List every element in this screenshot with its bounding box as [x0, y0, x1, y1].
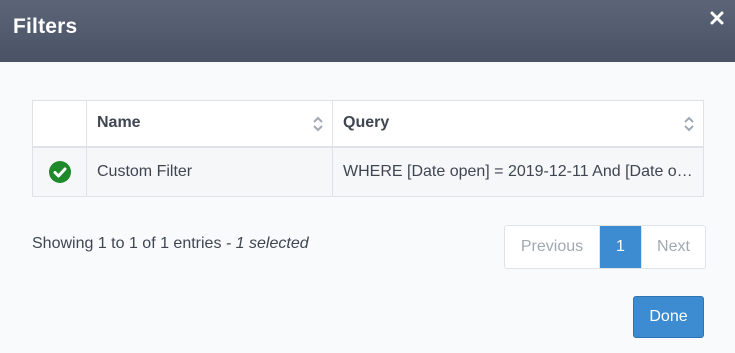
- pagination: Previous 1 Next: [504, 225, 706, 269]
- table-header-row: Name Query: [32, 100, 704, 148]
- check-circle-icon[interactable]: [48, 160, 71, 183]
- query-column-header[interactable]: Query: [332, 100, 704, 148]
- select-column-header: [32, 100, 87, 148]
- sort-icon[interactable]: [683, 115, 695, 133]
- filters-dialog: Filters Name Query Custom Filter WHERE […: [0, 0, 735, 353]
- selected-info: - 1 selected: [225, 235, 309, 252]
- entries-info: Showing 1 to 1 of 1 entries: [32, 235, 222, 252]
- table-info: Showing 1 to 1 of 1 entries - 1 selected: [32, 235, 309, 253]
- row-query-cell: WHERE [Date open] = 2019-12-11 And [Date…: [332, 146, 704, 197]
- name-column-header[interactable]: Name: [86, 100, 333, 148]
- query-header-label: Query: [343, 114, 390, 132]
- next-page-button[interactable]: Next: [641, 226, 705, 268]
- sort-icon[interactable]: [312, 115, 324, 133]
- row-select-cell[interactable]: [32, 146, 87, 197]
- name-header-label: Name: [97, 114, 141, 132]
- previous-page-button[interactable]: Previous: [505, 226, 600, 268]
- page-1-button[interactable]: 1: [600, 226, 641, 268]
- filters-table: Name Query Custom Filter WHERE [Date ope…: [32, 100, 704, 197]
- dialog-header: Filters: [0, 0, 735, 62]
- dialog-title: Filters: [13, 15, 78, 38]
- close-icon[interactable]: [709, 10, 725, 26]
- table-row[interactable]: Custom Filter WHERE [Date open] = 2019-1…: [32, 146, 704, 197]
- row-name-cell: Custom Filter: [86, 146, 333, 197]
- done-button[interactable]: Done: [633, 296, 704, 338]
